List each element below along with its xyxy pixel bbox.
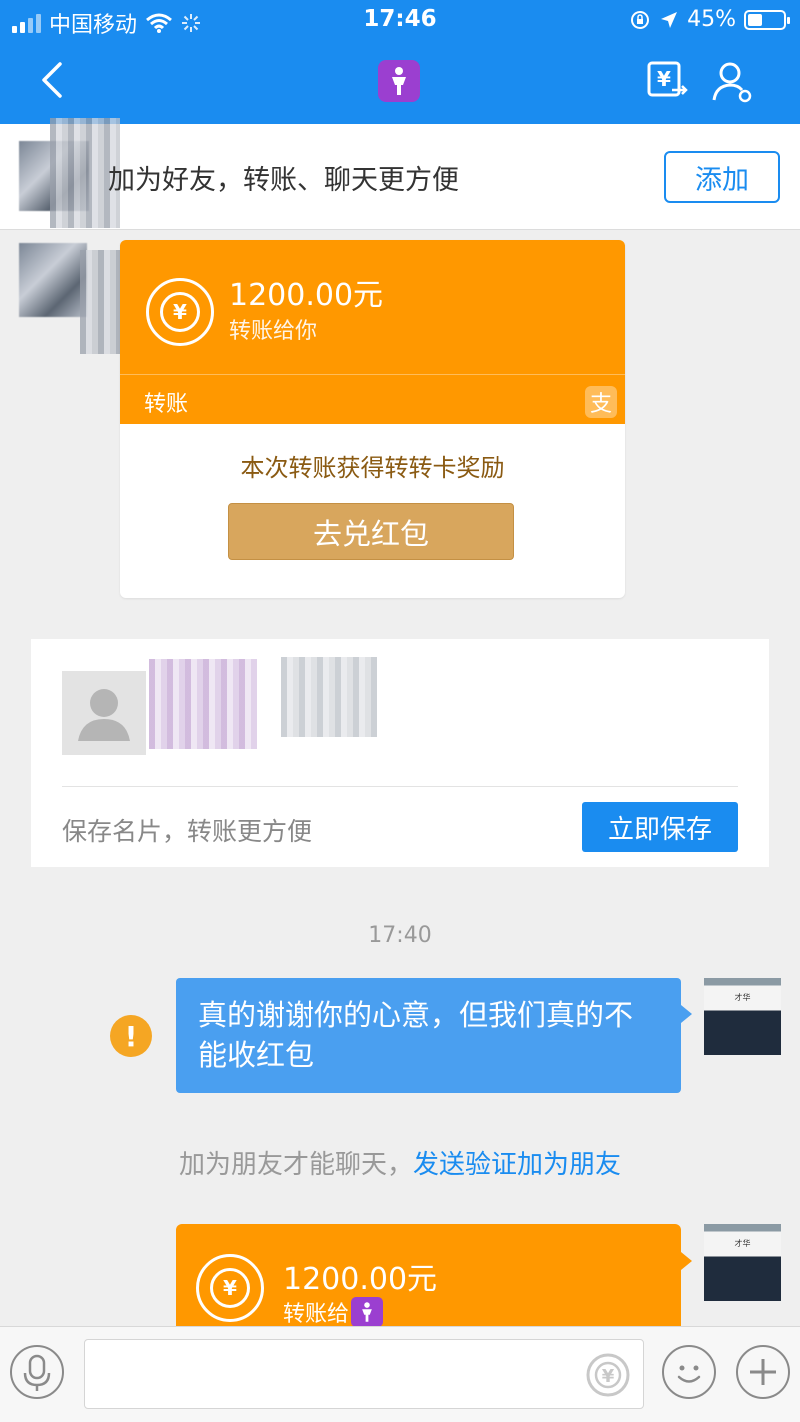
yuan-icon[interactable]: ¥ <box>584 1351 632 1399</box>
battery-percent: 45% <box>687 7 736 32</box>
input-bar: ¥ <box>0 1326 800 1422</box>
message-bubble[interactable]: 真的谢谢你的心意，但我们真的不能收红包 <box>176 978 692 1093</box>
svg-text:¥: ¥ <box>602 1366 615 1387</box>
my-avatar[interactable]: 才华 <box>704 978 781 1055</box>
person-icon <box>392 67 406 95</box>
contact-avatar <box>62 671 146 755</box>
transfer-card[interactable]: ¥ 1200.00元 转账给你 转账 支 本次转账获得转转卡奖励 去兑红包 <box>120 240 625 598</box>
save-card-text: 保存名片，转账更方便 <box>62 817 313 846</box>
reward-text: 本次转账获得转转卡奖励 <box>240 454 505 482</box>
person-icon <box>351 1297 384 1327</box>
friend-notice-text: 加为朋友才能聊天， <box>178 1150 413 1180</box>
yuan-icon: ¥ <box>196 1254 264 1322</box>
outgoing-transfer-card[interactable]: ¥ 1200.00元 转账给 <box>176 1224 692 1328</box>
plus-button[interactable] <box>736 1345 790 1399</box>
default-avatar-icon <box>78 689 130 741</box>
warning-icon[interactable]: ! <box>110 1015 152 1057</box>
back-arrow-icon[interactable] <box>32 58 72 102</box>
avatar-caption: 才华 <box>734 993 751 1002</box>
rotation-lock-icon <box>631 10 650 29</box>
blurred-area <box>149 659 257 749</box>
emoji-button[interactable] <box>662 1345 716 1399</box>
divider <box>62 786 738 787</box>
mic-button[interactable] <box>10 1345 64 1399</box>
plus-icon <box>750 1359 776 1385</box>
transfer-label: 转账 <box>144 392 189 417</box>
yuan-icon: ¥ <box>146 278 214 346</box>
transfer-subtitle: 转账给 <box>283 1296 384 1328</box>
message-input[interactable] <box>84 1339 644 1409</box>
friend-notice: 加为朋友才能聊天，发送验证加为朋友 <box>0 1144 800 1181</box>
save-now-button[interactable]: 立即保存 <box>582 802 738 852</box>
battery-icon <box>744 9 790 30</box>
my-avatar[interactable]: 才华 <box>704 1224 781 1301</box>
sender-avatar[interactable] <box>19 243 87 317</box>
transfer-subtitle: 转账给你 <box>229 319 318 344</box>
transfer-card-header: ¥ 1200.00元 转账给你 转账 支 <box>120 240 625 424</box>
message-timestamp: 17:40 <box>368 923 432 948</box>
redeem-red-packet-button[interactable]: 去兑红包 <box>228 503 514 560</box>
divider <box>120 374 625 375</box>
alipay-icon: 支 <box>585 386 617 418</box>
avatar-caption: 才华 <box>734 1239 751 1248</box>
add-friend-button[interactable]: 添加 <box>664 151 780 203</box>
mic-icon <box>23 1354 51 1391</box>
status-bar: 中国移动 17:46 45% <box>0 0 800 40</box>
svg-text:¥: ¥ <box>657 67 671 91</box>
transfer-amount: 1200.00元 <box>229 278 384 313</box>
add-friend-text: 加为好友，转账、聊天更方便 <box>108 165 459 196</box>
location-icon <box>661 11 678 28</box>
profile-settings-icon[interactable] <box>710 60 754 104</box>
top-bar: 中国移动 17:46 45% ¥ <box>0 0 800 124</box>
transfer-amount: 1200.00元 <box>283 1262 438 1297</box>
contact-card: 保存名片，转账更方便 立即保存 <box>31 639 769 867</box>
chat-title-avatar[interactable] <box>378 60 420 102</box>
send-verification-link[interactable]: 发送验证加为朋友 <box>413 1150 621 1180</box>
blurred-area <box>281 657 377 737</box>
emoji-icon <box>677 1365 701 1383</box>
yuan-transfer-icon[interactable]: ¥ <box>646 60 688 102</box>
transfer-subtitle-text: 转账给 <box>283 1302 350 1327</box>
